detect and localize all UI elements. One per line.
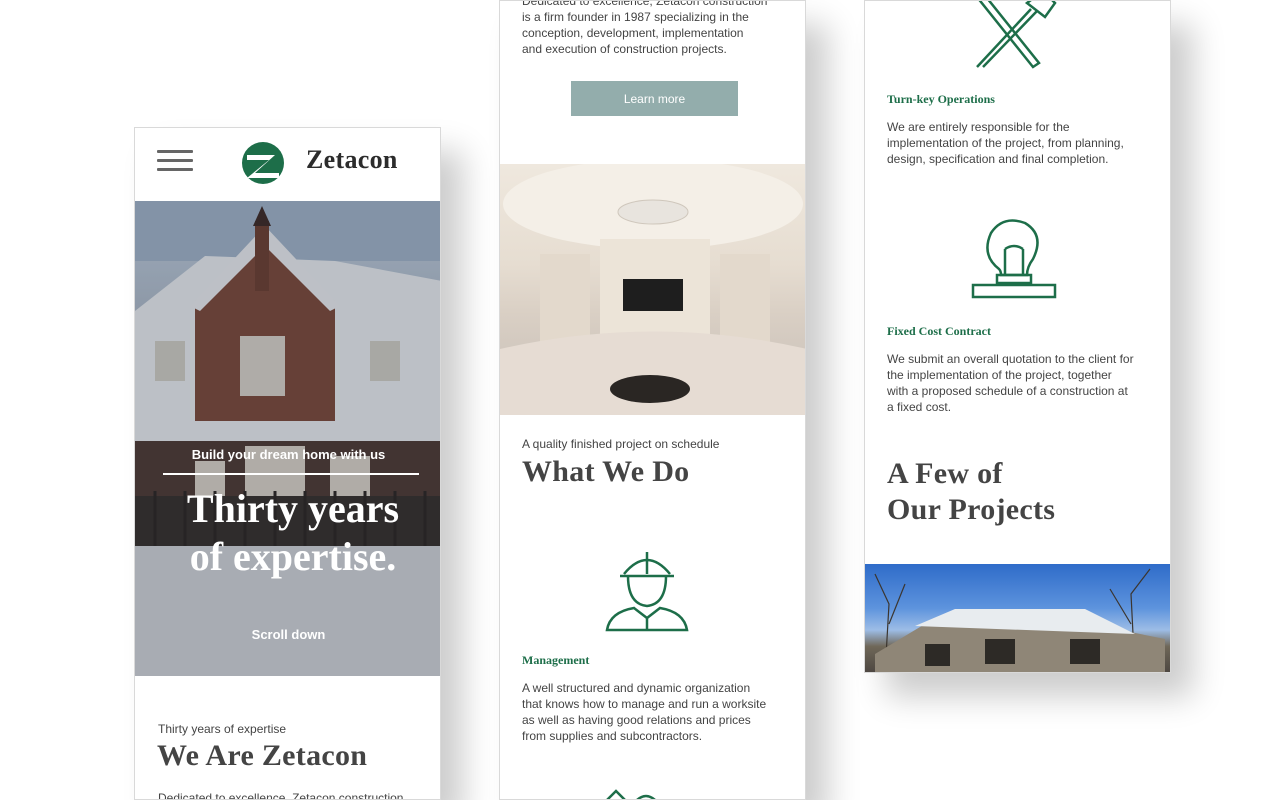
service-text-line: design, specification and final completi… [887,152,1109,166]
service-title-turnkey: Turn-key Operations [887,92,995,106]
service-text-line: a fixed cost. [887,400,952,414]
mobile-screen-services-continued: Turn-key Operations We are entirely resp… [864,0,1171,673]
service-text-line: from supplies and subcontractors. [522,729,703,743]
about-text-line: and execution of construction projects. [522,42,727,56]
service-text-line: A well structured and dynamic organizati… [522,681,751,695]
service-text-line: We submit an overall quotation to the cl… [887,352,1134,366]
hero-title-line1: Thirty years [186,486,400,531]
service-text-line: the implementation of the project, toget… [887,368,1112,382]
hero-title-line2: of expertise. [189,534,397,579]
services-title: What We Do [522,455,690,488]
service-text-line: implementation of the project, from plan… [887,136,1124,150]
scroll-down-link[interactable]: Scroll down [135,627,440,642]
service-text-line: We are entirely responsible for the [887,120,1070,134]
stone-house-illustration [874,568,1165,672]
mobile-screen-home: Zetacon Build your dream home with us Th… [134,127,441,800]
hero-overlay [135,201,440,676]
hero-divider [163,473,419,475]
service-text-line: with a proposed schedule of a constructi… [887,384,1128,398]
about-text: is a firm founder in 1987 specializing i… [522,9,749,57]
service-text-fixed-cost: We submit an overall quotation to the cl… [887,351,1134,415]
service-text-line: as well as having good relations and pri… [522,713,751,727]
living-room-illustration [500,164,805,415]
hero-image: Build your dream home with us Thirty yea… [135,201,440,676]
living-room-image [500,164,805,415]
hero-subtitle: Build your dream home with us [191,447,386,462]
z-logo-icon[interactable] [241,141,285,185]
service-title-management: Management [522,653,590,667]
brand-name[interactable]: Zetacon [306,145,398,175]
hamburger-menu-icon[interactable] [157,150,193,172]
project-image[interactable] [865,564,1170,672]
projects-title: A Few of Our Projects [887,456,1055,528]
hero-title: Thirty years of expertise. [163,485,423,581]
mobile-screen-services: Dedicated to excellence, Zetacon constru… [499,0,806,800]
about-text-line: conception, development, implementation [522,26,744,40]
about-text-top: Dedicated to excellence, Zetacon constru… [522,0,768,8]
tools-icon [976,1,1057,69]
service-text-line: that knows how to manage and run a works… [522,697,767,711]
next-service-icon-partial [606,789,656,799]
service-text-turnkey: We are entirely responsible for the impl… [887,119,1124,167]
projects-title-line2: Our Projects [887,493,1056,526]
services-eyebrow: A quality finished project on schedule [522,437,720,451]
about-title: We Are Zetacon [157,739,368,772]
learn-more-button[interactable]: Learn more [571,81,738,116]
service-title-fixed-cost: Fixed Cost Contract [887,324,991,338]
lightbulb-icon [971,219,1057,299]
worker-helmet-icon [605,552,689,632]
about-text-line: is a firm founder in 1987 specializing i… [522,10,749,24]
projects-title-line1: A Few of [887,457,1003,490]
service-text-management: A well structured and dynamic organizati… [522,680,766,744]
about-text-cut: Dedicated to excellence, Zetacon constru… [158,791,404,800]
about-eyebrow: Thirty years of expertise [158,722,287,736]
